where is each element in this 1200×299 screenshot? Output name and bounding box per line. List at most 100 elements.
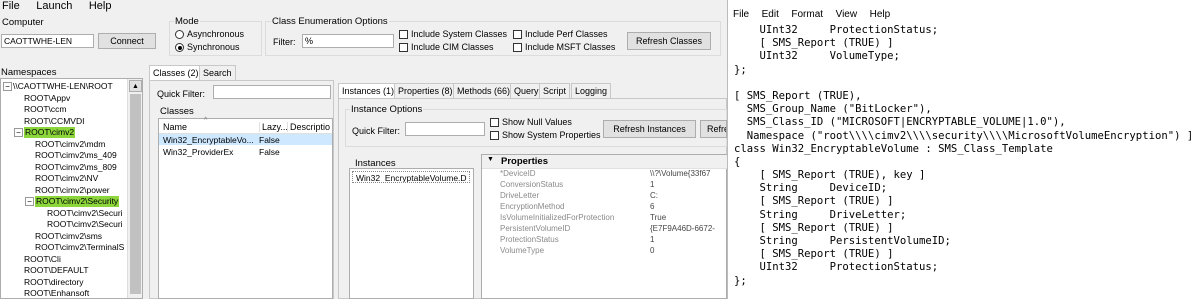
namespace-item[interactable]: ROOT\DEFAULT [24,265,89,276]
show-system-box[interactable] [490,131,499,141]
include-msft-label: Include MSFT Classes [525,42,616,52]
radio-async[interactable]: Asynchronous [175,29,244,40]
tab-methods[interactable]: Methods (66) [453,83,515,98]
refresh-button-2[interactable]: Refre [700,120,727,138]
namespace-item[interactable]: \\CAOTTWHE-LEN\ROOT [13,81,113,92]
namespace-item[interactable]: ROOT\cimv2\power [35,185,110,196]
collapse-icon[interactable]: ▼ [487,156,494,163]
np-menu-edit[interactable]: Edit [762,9,779,20]
tab-query[interactable]: Query [510,83,543,98]
tab-search[interactable]: Search [199,65,236,80]
namespace-item[interactable]: ROOT\cimv2\sms [35,231,102,242]
classes-quick-filter-input[interactable] [213,85,331,99]
property-row[interactable]: PersistentVolumeID {E7F9A46D-6672- [482,224,727,234]
namespace-item[interactable]: ROOT\cimv2\NV [35,173,98,184]
class-name: Win32_ProviderEx [163,147,234,157]
class-row-providerex[interactable]: Win32_ProviderEx False [159,146,332,157]
include-cim-box[interactable] [399,43,408,53]
classes-tabstrip: Classes (2) Search [149,65,334,81]
namespace-item[interactable]: ROOT\directory [24,277,84,288]
include-perf-box[interactable] [513,30,522,40]
np-menu-help[interactable]: Help [870,9,891,20]
namespace-item[interactable]: ROOT\cimv2\mdm [35,139,105,150]
namespace-item[interactable]: ROOT\cimv2\ms_409 [35,150,117,161]
instance-item[interactable]: Win32_EncryptableVolume.D [352,171,470,183]
col-lazy[interactable]: Lazy... [259,122,288,132]
computer-label: Computer [2,17,44,28]
refresh-instances-button[interactable]: Refresh Instances [603,120,696,138]
col-description[interactable]: Descriptio [287,122,330,132]
instances-list[interactable] [349,168,474,299]
refresh-classes-button[interactable]: Refresh Classes [627,32,711,50]
menu-help[interactable]: Help [89,0,112,12]
include-perf-label: Include Perf Classes [525,29,608,39]
np-menu-format[interactable]: Format [791,9,823,20]
include-system-box[interactable] [399,30,408,40]
tab-script[interactable]: Script [539,83,571,98]
filter-label: Filter: [273,37,296,47]
notepad-window: File Edit Format View Help UInt32 Protec… [727,0,1200,299]
property-row[interactable]: VolumeType 0 [482,246,727,256]
namespace-item[interactable]: ROOT\cimv2\TerminalS [35,242,124,253]
scroll-thumb[interactable] [130,94,141,294]
namespace-item[interactable]: ROOT\ccm [24,104,67,115]
property-row[interactable]: *DeviceID \\?\Volume{33f67 [482,169,727,179]
show-null-box[interactable] [490,118,499,128]
property-name: ConversionStatus [500,180,564,189]
code-line: String PersistentVolumeID; [734,235,951,247]
property-row[interactable]: ConversionStatus 1 [482,180,727,190]
namespace-item[interactable]: ROOT\Enhansoft [24,288,89,299]
include-perf-checkbox[interactable]: Include Perf Classes [513,29,608,40]
show-system-checkbox[interactable]: Show System Properties [490,130,601,141]
instances-quick-filter-input[interactable] [405,122,485,136]
include-system-checkbox[interactable]: Include System Classes [399,29,508,40]
tab-logging[interactable]: Logging [571,83,612,98]
include-msft-box[interactable] [513,43,522,53]
radio-async-indicator[interactable] [175,30,184,40]
radio-sync-indicator[interactable] [175,43,184,53]
computer-input[interactable]: CAOTTWHE-LEN [1,34,94,48]
menu-file[interactable]: File [2,0,20,12]
namespace-item[interactable]: ROOT\cimv2 [24,127,76,138]
np-menu-view[interactable]: View [836,9,858,20]
namespace-item[interactable]: ROOT\Cli [24,254,61,265]
code-line: UInt32 ProtectionStatus; [734,24,939,36]
namespace-item[interactable]: ROOT\cimv2\Securi [47,219,123,230]
include-cim-checkbox[interactable]: Include CIM Classes [399,42,494,53]
classes-label: Classes [160,106,194,117]
tab-properties[interactable]: Properties (8) [394,83,457,98]
code-line: [ SMS_Report (TRUE) ] [734,221,894,234]
tree-scrollbar[interactable]: ▲ [127,79,142,298]
scroll-up-button[interactable]: ▲ [129,80,142,92]
class-lazy: False [259,135,280,145]
property-row[interactable]: IsVolumeInitializedForProtection True [482,213,727,223]
connect-button[interactable]: Connect [98,33,156,49]
np-menu-file[interactable]: File [733,9,749,20]
include-system-label: Include System Classes [411,29,508,39]
namespace-item[interactable]: ROOT\Appv [24,93,70,104]
show-null-checkbox[interactable]: Show Null Values [490,117,572,128]
class-row-encryptable[interactable]: Win32_EncryptableVo... False [159,134,332,145]
code-line: [ SMS_Report (TRUE) ] [734,37,894,50]
col-name[interactable]: Name [163,122,187,132]
property-row[interactable]: DriveLetter C: [482,191,727,201]
tab-classes[interactable]: Classes (2) [149,65,203,81]
tab-instances[interactable]: Instances (1) [338,83,399,99]
namespace-item[interactable]: ROOT\cimv2\Securi [47,208,123,219]
property-name: IsVolumeInitializedForProtection [500,213,615,222]
namespace-item[interactable]: ROOT\cimv2\ms_809 [35,162,117,173]
radio-sync[interactable]: Synchronous [175,42,240,53]
collapse-toggle-icon[interactable]: − [3,82,12,91]
namespace-item[interactable]: ROOT\CCMVDI [24,116,84,127]
collapse-toggle-icon[interactable]: − [14,128,23,137]
include-msft-checkbox[interactable]: Include MSFT Classes [513,42,616,53]
collapse-toggle-icon[interactable]: − [25,197,34,206]
property-row[interactable]: EncryptionMethod 6 [482,202,727,212]
property-row[interactable]: ProtectionStatus 1 [482,235,727,245]
namespaces-label: Namespaces [1,67,57,78]
property-value: 0 [650,246,655,255]
namespace-item[interactable]: ROOT\cimv2\Security [35,196,120,207]
class-filter-input[interactable]: % [302,34,394,48]
menu-launch[interactable]: Launch [36,0,72,12]
notepad-text-area[interactable]: UInt32 ProtectionStatus; [ SMS_Report (T… [734,24,1193,288]
